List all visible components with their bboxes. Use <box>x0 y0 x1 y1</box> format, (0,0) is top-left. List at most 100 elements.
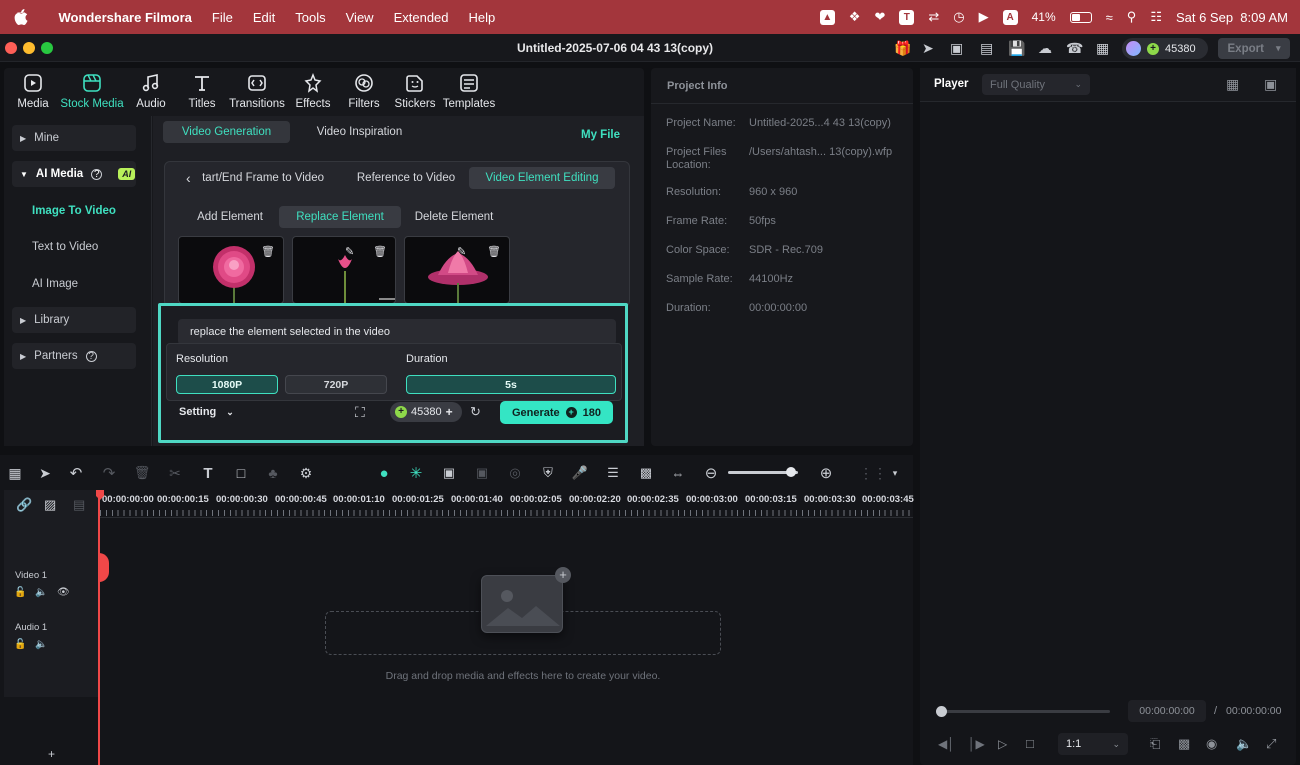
sidebar-item-ai-image[interactable]: AI Image <box>32 278 78 290</box>
menu-file[interactable]: File <box>212 10 233 25</box>
duration-5s-button[interactable]: 5s <box>406 375 616 394</box>
display-icon[interactable]: ▩ <box>1178 736 1190 752</box>
image-scan-icon[interactable]: ⛶ <box>355 404 365 421</box>
chevron-down-icon[interactable]: ▾ <box>886 464 904 482</box>
crop-icon[interactable]: □ <box>232 464 250 482</box>
zoom-out-icon[interactable]: ⊖ <box>702 464 720 482</box>
audio-stretch-icon[interactable]: ▣ <box>440 464 458 482</box>
setting-dropdown[interactable]: Setting ⌄ <box>179 406 234 418</box>
input-source-icon[interactable]: A <box>1002 9 1018 25</box>
auto-beat-icon[interactable]: ✳ <box>407 464 425 482</box>
cloud-icon[interactable]: ☁ <box>1038 40 1052 57</box>
delete-thumbnail-icon[interactable]: 🗑 <box>261 245 275 258</box>
battery-icon[interactable] <box>1069 11 1092 23</box>
menu-edit[interactable]: Edit <box>253 10 275 25</box>
sidebar-item-mine[interactable]: ▶ Mine <box>12 125 136 151</box>
tab-video-generation[interactable]: Video Generation <box>163 121 290 143</box>
delete-thumbnail-icon[interactable]: 🗑 <box>487 245 501 258</box>
color-icon[interactable]: ♣ <box>264 464 282 482</box>
microphone-icon[interactable]: 🎤 <box>571 464 589 482</box>
generate-button[interactable]: Generate + 180 <box>500 401 613 424</box>
send-icon[interactable]: ➤ <box>922 40 934 57</box>
delete-element-tab[interactable]: Delete Element <box>407 206 501 228</box>
save-icon[interactable]: 💾 <box>1008 40 1025 57</box>
tab-video-element-editing[interactable]: Video Element Editing <box>469 167 615 189</box>
quality-dropdown[interactable]: Full Quality ⌄ <box>982 74 1090 95</box>
layout-icon[interactable]: ▤ <box>980 40 993 57</box>
text-tool-icon[interactable]: T <box>199 464 217 482</box>
element-thumbnail[interactable]: 🗑 <box>178 236 284 304</box>
playback-progress-track[interactable] <box>940 710 1110 713</box>
shield-icon[interactable]: ⛨ <box>539 464 557 482</box>
resolution-720p-button[interactable]: 720P <box>285 375 387 394</box>
snapshot-image-icon[interactable]: ▣ <box>1264 76 1277 93</box>
camera-icon[interactable]: ◉ <box>1206 736 1217 752</box>
layout-grid-icon[interactable]: ▦ <box>6 464 24 482</box>
speaker-icon[interactable]: 🔈 <box>35 587 47 598</box>
zoom-in-icon[interactable]: ⊕ <box>817 464 835 482</box>
previous-frame-icon[interactable]: ◀│ <box>938 737 955 751</box>
refresh-icon[interactable]: ↻ <box>470 404 481 420</box>
play-circle-icon[interactable]: ▶ <box>979 9 989 25</box>
wifi-icon[interactable]: ≈ <box>1106 10 1113 25</box>
add-track-icon[interactable]: ▨ <box>44 497 56 513</box>
fit-timeline-icon[interactable]: ⇔ <box>669 464 687 482</box>
tab-start-end-frame[interactable]: Start/End Frame to Video <box>202 172 324 184</box>
element-thumbnail[interactable]: ✎ 🗑 <box>292 236 396 304</box>
heart-icon[interactable]: ❤ <box>874 9 885 25</box>
eye-icon[interactable]: 👁 <box>57 587 70 598</box>
stabilize-icon[interactable]: ◎ <box>506 464 524 482</box>
ai-assistant-icon[interactable]: ▣ <box>950 40 963 57</box>
export-button[interactable]: Export ▾ <box>1218 38 1290 59</box>
control-center-icon[interactable]: ☷ <box>1150 9 1162 25</box>
track-manager-icon[interactable]: ▤ <box>73 497 85 513</box>
resolution-1080p-button[interactable]: 1080P <box>176 375 278 394</box>
menu-view[interactable]: View <box>346 10 374 25</box>
menu-extended[interactable]: Extended <box>394 10 449 25</box>
add-track-button[interactable]: + <box>48 747 55 761</box>
link-icon[interactable]: 🔗 <box>16 497 32 513</box>
sidebar-item-image-to-video[interactable]: Image To Video <box>32 205 116 217</box>
sidebar-item-ai-media[interactable]: ▼ AI Media? AI <box>12 161 136 187</box>
lock-icon[interactable]: 🔓 <box>14 587 26 598</box>
edit-thumbnail-icon[interactable]: ✎ <box>457 245 466 258</box>
apps-grid-icon[interactable]: ▦ <box>1096 40 1109 57</box>
volume-icon[interactable]: 🔈 <box>1236 736 1252 752</box>
add-media-plus-icon[interactable]: + <box>555 567 571 583</box>
clipboard-icon[interactable]: ⇄ <box>928 9 939 25</box>
ai-tools-icon[interactable]: ⚙ <box>297 464 315 482</box>
sidebar-item-text-to-video[interactable]: Text to Video <box>32 241 98 253</box>
chevron-left-icon[interactable]: ‹ <box>186 170 191 186</box>
tab-reference-to-video[interactable]: Reference to Video <box>346 167 466 189</box>
dropbox-icon[interactable]: ❖ <box>849 9 861 25</box>
prompt-input[interactable]: replace the element selected in the vide… <box>178 319 616 345</box>
tab-video-inspiration[interactable]: Video Inspiration <box>296 121 423 143</box>
search-icon[interactable]: ⚲ <box>1127 9 1137 25</box>
snapshot-icon[interactable]: ▣ <box>473 464 491 482</box>
fullscreen-icon[interactable]: ⤢ <box>1266 736 1276 752</box>
support-icon[interactable]: ☎ <box>1066 40 1083 57</box>
step-forward-icon[interactable]: │▶ <box>968 737 985 751</box>
ai-copilot-icon[interactable]: ● <box>375 464 393 482</box>
tab-templates[interactable]: Templates <box>434 72 504 110</box>
prompt-credits-badge[interactable]: + 45380 + <box>390 402 462 422</box>
zoom-slider-handle[interactable] <box>786 467 796 477</box>
menu-tools[interactable]: Tools <box>295 10 325 25</box>
select-tool-icon[interactable]: ➤ <box>36 464 54 482</box>
picture-in-picture-icon[interactable]: ▩ <box>637 464 655 482</box>
apple-logo-icon[interactable] <box>14 9 28 25</box>
redo-icon[interactable]: ↷ <box>100 464 118 482</box>
help-icon[interactable]: ? <box>85 350 97 362</box>
add-credits-icon[interactable]: + <box>446 405 453 419</box>
delete-thumbnail-icon[interactable]: 🗑 <box>373 245 387 258</box>
play-icon[interactable]: ▷ <box>998 737 1007 751</box>
playhead-line[interactable] <box>98 490 100 765</box>
stop-icon[interactable]: □ <box>1026 736 1034 751</box>
gift-icon[interactable]: 🎁 <box>894 40 911 57</box>
menubar-datetime[interactable]: Sat 6 Sep 8:09 AM <box>1176 10 1288 25</box>
delete-icon[interactable]: 🗑 <box>133 464 151 482</box>
menu-help[interactable]: Help <box>469 10 496 25</box>
my-file-link[interactable]: My File <box>581 129 620 141</box>
speaker-icon[interactable]: 🔈 <box>35 639 47 650</box>
scissors-icon[interactable]: ✂ <box>166 464 184 482</box>
